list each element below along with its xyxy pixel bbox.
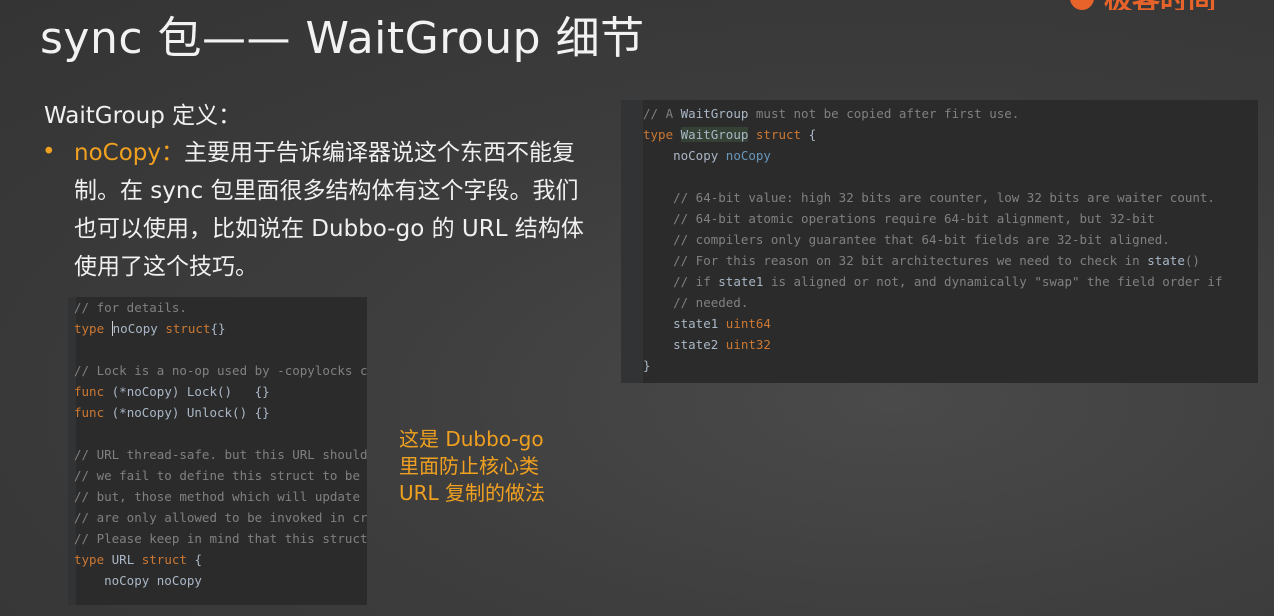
code-line: // needed. — [643, 292, 1223, 313]
code-token: // if — [643, 274, 719, 289]
code-token: oCopy — [120, 321, 166, 336]
code-token: state1 — [643, 316, 726, 331]
code-line: // for details. — [74, 297, 367, 318]
code-token: is aligned or not, and dynamically "swap… — [763, 274, 1223, 289]
code-line: // Please keep in mind that this struct — [74, 528, 367, 549]
code-block-right: // A WaitGroup must not be copied after … — [621, 100, 1258, 383]
code-token: noCopy noCopy — [74, 573, 202, 588]
code-token: () — [1184, 253, 1200, 268]
code-line: } — [643, 355, 1223, 376]
code-line: // we fail to define this struct to be — [74, 465, 367, 486]
code-token: uint64 — [725, 316, 771, 331]
code-token: WaitGroup — [680, 127, 749, 142]
code-token: uint32 — [725, 337, 771, 352]
code-token: // Lock is a no-op used by -copylocks c — [74, 363, 367, 378]
code-token: type — [74, 552, 112, 567]
code-token: // Please keep in mind that this struct — [74, 531, 367, 546]
code-token: struct — [165, 321, 211, 336]
code-token: // 64-bit value: high 32 bits are counte… — [643, 190, 1215, 205]
bullet-highlight: noCopy： — [74, 140, 184, 166]
slide-title: sync 包—— WaitGroup 细节 — [40, 13, 645, 64]
code-token: state — [1147, 253, 1185, 268]
code-line: // URL thread-safe. but this URL should — [74, 444, 367, 465]
code-line: // but, those method which will update — [74, 486, 367, 507]
bullet-point: noCopy：主要用于告诉编译器说这个东西不能复制。在 sync 包里面很多结构… — [74, 134, 594, 286]
code-line: state1 uint64 — [643, 313, 1223, 334]
code-line: noCopy noCopy — [643, 145, 1223, 166]
code-line: state2 uint32 — [643, 334, 1223, 355]
code-token: must not be copied after first use. — [748, 106, 1020, 121]
bullet-dot-icon: • — [42, 139, 56, 165]
code-line: func (*noCopy) Lock() {} — [74, 381, 367, 402]
code-line: noCopy noCopy — [74, 570, 367, 591]
code-line: // For this reason on 32 bit architectur… — [643, 250, 1223, 271]
code-token: (*noCopy) Lock() {} — [111, 384, 270, 399]
code-line: // if state1 is aligned or not, and dyna… — [643, 271, 1223, 292]
code-token: type — [74, 321, 112, 336]
note-line: 这是 Dubbo-go — [399, 427, 544, 451]
code-lines: // for details. type noCopy struct{}// Lo… — [74, 297, 367, 591]
code-token: URL — [111, 552, 142, 567]
code-block-left: // for details. type noCopy struct{}// Lo… — [68, 297, 367, 605]
code-token: struct — [141, 552, 195, 567]
code-token: // A — [643, 106, 681, 121]
code-line: type WaitGroup struct { — [643, 124, 1223, 145]
code-gutter — [621, 100, 643, 383]
code-token: state1 — [718, 274, 764, 289]
code-line: // Lock is a no-op used by -copylocks c — [74, 360, 367, 381]
code-token: // but, those method which will update — [74, 489, 360, 504]
section-subtitle: WaitGroup 定义： — [44, 103, 242, 129]
code-token: { — [194, 552, 202, 567]
annotation-note: 这是 Dubbo-go 里面防止核心类 URL 复制的做法 — [399, 426, 599, 507]
code-token: // are only allowed to be invoked in cr — [74, 510, 367, 525]
code-line: type URL struct { — [74, 549, 367, 570]
code-token: WaitGroup — [680, 106, 749, 121]
code-token: (*noCopy) Unlock() {} — [111, 405, 270, 420]
note-line: URL 复制的做法 — [399, 481, 546, 505]
code-token: // for details. — [74, 300, 187, 315]
code-token: noCopy — [643, 148, 726, 163]
code-token: // 64-bit atomic operations require 64-b… — [643, 211, 1155, 226]
code-token: func — [74, 384, 112, 399]
code-line: // 64-bit atomic operations require 64-b… — [643, 208, 1223, 229]
code-token: struct — [748, 127, 809, 142]
code-line: type noCopy struct{} — [74, 318, 367, 339]
code-token: {} — [210, 321, 226, 336]
code-line: // compilers only guarantee that 64-bit … — [643, 229, 1223, 250]
logo-mark-icon — [1070, 0, 1094, 10]
code-line: // are only allowed to be invoked in cr — [74, 507, 367, 528]
code-token: // we fail to define this struct to be — [74, 468, 360, 483]
code-token: } — [643, 358, 651, 373]
code-line: // A WaitGroup must not be copied after … — [643, 103, 1223, 124]
code-token: // needed. — [643, 295, 749, 310]
code-token: n — [111, 321, 121, 336]
code-token: state2 — [643, 337, 726, 352]
brand-logo: 极客时间 — [1066, 0, 1274, 10]
code-line: func (*noCopy) Unlock() {} — [74, 402, 367, 423]
logo-text: 极客时间 — [1104, 0, 1216, 10]
code-lines: // A WaitGroup must not be copied after … — [643, 103, 1223, 376]
note-line: 里面防止核心类 — [399, 454, 539, 478]
code-token: type — [643, 127, 681, 142]
code-line: // 64-bit value: high 32 bits are counte… — [643, 187, 1223, 208]
code-token: // URL thread-safe. but this URL should — [74, 447, 367, 462]
code-token: // For this reason on 32 bit architectur… — [643, 253, 1148, 268]
code-token: func — [74, 405, 112, 420]
code-token: // compilers only guarantee that 64-bit … — [643, 232, 1170, 247]
code-token: { — [808, 127, 817, 142]
code-token: noCopy — [725, 148, 771, 163]
